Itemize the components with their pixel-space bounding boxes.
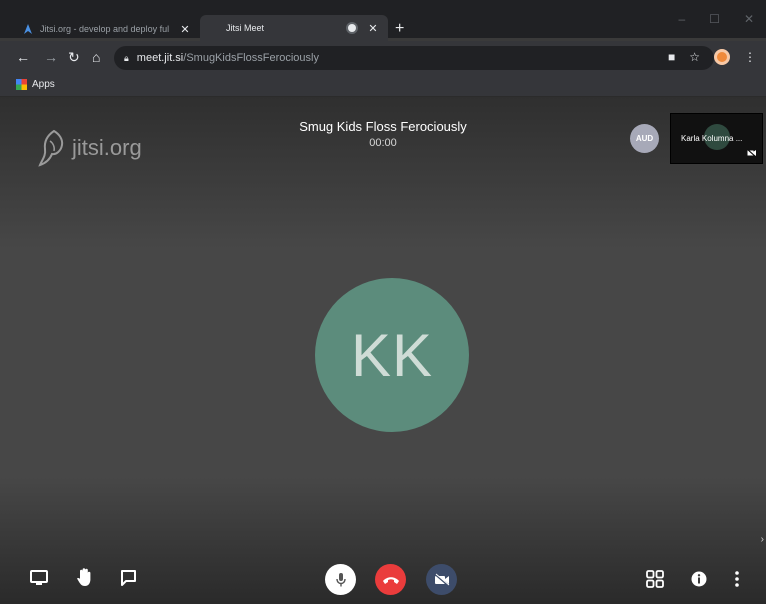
reload-icon[interactable]: ↻	[68, 49, 80, 66]
window-controls: – ☐ ✕	[678, 12, 766, 26]
more-options-icon[interactable]	[735, 571, 739, 587]
tab-close-icon[interactable]: ✕	[366, 22, 380, 35]
profile-avatar-icon[interactable]	[714, 49, 730, 65]
camera-in-use-icon[interactable]: ■	[668, 50, 675, 64]
browser-menu-icon[interactable]: ⋮	[744, 50, 756, 64]
apps-bookmark[interactable]: Apps	[16, 79, 55, 90]
filmstrip-toggle-icon[interactable]: ›	[761, 534, 764, 545]
lock-icon[interactable]: 🔒︎	[124, 53, 129, 64]
meeting-stage: jitsi.org Smug Kids Floss Ferociously 00…	[0, 97, 766, 604]
tab-close-icon[interactable]: ✕	[178, 23, 192, 36]
recording-indicator-icon	[348, 24, 356, 32]
tile-view-icon[interactable]	[646, 570, 664, 588]
chat-icon[interactable]	[120, 569, 137, 586]
thumbnail-name: Karla Kolumna ...	[681, 134, 743, 143]
url-path: /SmugKidsFlossFerociously	[183, 52, 319, 64]
camera-off-icon[interactable]	[426, 564, 457, 595]
info-icon[interactable]	[691, 571, 707, 587]
tab-title: Jitsi.org - develop and deploy ful	[40, 24, 170, 34]
bookmarks-bar: Apps	[0, 75, 766, 97]
screen-share-icon[interactable]	[30, 570, 48, 586]
home-icon[interactable]: ⌂	[92, 49, 100, 65]
back-icon[interactable]: ←	[16, 49, 30, 65]
jitsi-favicon-icon	[22, 23, 34, 35]
tab-jitsi-meet[interactable]: Jitsi Meet ✕	[200, 15, 388, 41]
address-bar[interactable]: 🔒︎ meet.jit.si /SmugKidsFlossFerociously	[114, 46, 714, 70]
toolbar-right: ■ ☆ ⋮	[668, 49, 756, 65]
minimize-icon[interactable]: –	[678, 12, 685, 26]
audio-participant-badge[interactable]: AUD	[630, 124, 659, 153]
browser-titlebar: Jitsi.org - develop and deploy ful ✕ Jit…	[0, 0, 766, 41]
forward-icon[interactable]: →	[44, 49, 58, 65]
tab-jitsi-org[interactable]: Jitsi.org - develop and deploy ful ✕	[12, 17, 200, 41]
tab-title: Jitsi Meet	[226, 23, 265, 33]
hangup-icon[interactable]	[375, 564, 406, 595]
bookmark-star-icon[interactable]: ☆	[689, 50, 700, 64]
url-host: meet.jit.si	[136, 52, 184, 64]
apps-label: Apps	[32, 79, 55, 90]
new-tab-button[interactable]: +	[395, 20, 404, 38]
apps-grid-icon	[16, 79, 27, 90]
browser-toolbar: ← → ↻ ⌂ 🔒︎ meet.jit.si /SmugKidsFlossFer…	[0, 41, 766, 75]
raise-hand-icon[interactable]	[76, 567, 94, 587]
microphone-icon[interactable]	[325, 564, 356, 595]
close-window-icon[interactable]: ✕	[744, 12, 754, 26]
camera-muted-icon	[746, 148, 757, 159]
participant-avatar: KK	[315, 278, 469, 432]
local-video-thumbnail[interactable]: Karla Kolumna ...	[670, 113, 763, 164]
maximize-icon[interactable]: ☐	[709, 12, 720, 26]
meeting-toolbar	[0, 556, 766, 604]
